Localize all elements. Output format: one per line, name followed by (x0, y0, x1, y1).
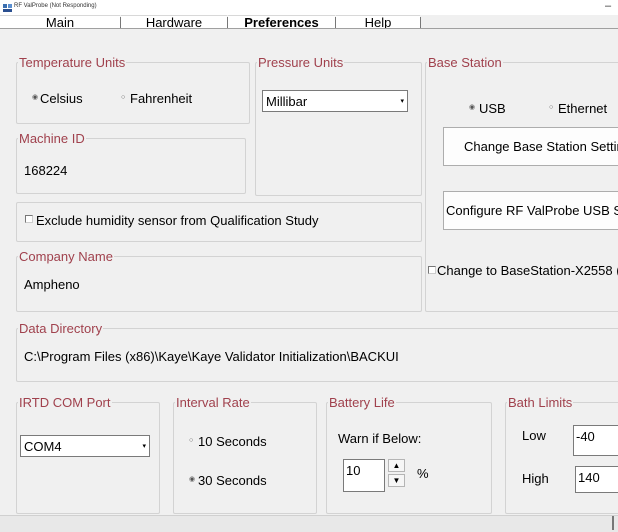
company-name-legend: Company Name (19, 249, 113, 264)
battery-life-legend: Battery Life (329, 395, 395, 410)
chevron-down-icon: ▾ (142, 443, 146, 450)
configure-usb-settings-button[interactable]: Configure RF ValProbe USB Settings (443, 191, 618, 230)
status-strip (0, 515, 618, 532)
pressure-units-legend: Pressure Units (258, 55, 344, 70)
machine-id-value: 168224 (24, 163, 68, 178)
interval-30-label[interactable]: 30 Seconds (198, 473, 267, 488)
scrollbar-thumb[interactable] (612, 516, 614, 530)
change-base-station-settings-button[interactable]: Change Base Station Settings (443, 127, 618, 166)
irtd-com-port-value: COM4 (24, 439, 62, 454)
bath-high-input[interactable]: 140 (575, 466, 618, 493)
battery-warn-input[interactable]: 10 (343, 459, 385, 492)
interval-rate-group: Interval Rate (173, 396, 317, 514)
bath-high-label: High (522, 471, 549, 486)
exclude-humidity-checkbox[interactable] (25, 215, 33, 223)
tab-preferences[interactable]: Preferences (228, 15, 335, 30)
change-base-station-label[interactable]: Change to BaseStation-X2558 (B (437, 263, 618, 278)
window-title: RF ValProbe (Not Responding) (14, 3, 97, 9)
change-base-station-checkbox[interactable] (428, 266, 436, 274)
battery-warn-label: Warn if Below: (338, 431, 422, 446)
celsius-radio-icon[interactable]: ◉ (32, 94, 38, 102)
machine-id-legend: Machine ID (19, 131, 85, 146)
interval-rate-legend: Interval Rate (176, 395, 250, 410)
pressure-units-group: Pressure Units (255, 56, 422, 196)
irtd-com-port-legend: IRTD COM Port (19, 395, 111, 410)
fahrenheit-radio-icon[interactable]: ○ (121, 94, 125, 102)
data-directory-value: C:\Program Files (x86)\Kaye\Kaye Validat… (24, 349, 399, 364)
base-station-legend: Base Station (428, 55, 502, 70)
tab-divider (420, 17, 421, 28)
app-icon (3, 4, 12, 12)
tab-help[interactable]: Help (336, 15, 420, 30)
bath-low-label: Low (522, 428, 546, 443)
arrow-up-icon[interactable]: ▲ (388, 459, 405, 472)
usb-label[interactable]: USB (479, 101, 506, 116)
exclude-humidity-label[interactable]: Exclude humidity sensor from Qualificati… (36, 213, 319, 228)
bath-low-input[interactable]: -40 (573, 425, 618, 456)
battery-warn-value: 10 (346, 463, 361, 478)
minimize-button[interactable]: – (605, 0, 611, 12)
temperature-units-group: Temperature Units (16, 56, 250, 124)
battery-life-group: Battery Life (326, 396, 492, 514)
celsius-label[interactable]: Celsius (40, 91, 83, 106)
ethernet-label[interactable]: Ethernet (558, 101, 607, 116)
interval-10-label[interactable]: 10 Seconds (198, 434, 267, 449)
company-name-value: Ampheno (24, 277, 80, 292)
temperature-units-legend: Temperature Units (19, 55, 126, 70)
fahrenheit-label[interactable]: Fahrenheit (130, 91, 192, 106)
usb-radio-icon[interactable]: ◉ (469, 104, 475, 112)
irtd-com-port-select[interactable]: COM4 ▾ (20, 435, 150, 457)
interval-10-radio-icon[interactable]: ○ (189, 437, 193, 445)
pressure-units-select[interactable]: Millibar ▾ (262, 90, 408, 112)
chevron-down-icon: ▾ (400, 98, 404, 105)
data-directory-legend: Data Directory (19, 321, 103, 336)
pressure-units-value: Millibar (266, 94, 308, 109)
battery-percent-unit: % (417, 466, 429, 481)
arrow-down-icon[interactable]: ▼ (388, 474, 405, 487)
tab-hardware[interactable]: Hardware (121, 15, 227, 30)
ethernet-radio-icon[interactable]: ○ (549, 104, 553, 112)
bath-limits-legend: Bath Limits (508, 395, 573, 410)
interval-30-radio-icon[interactable]: ◉ (189, 476, 195, 484)
bath-high-value: 140 (578, 470, 600, 485)
bath-low-value: -40 (576, 429, 595, 444)
tab-main[interactable]: Main (0, 15, 120, 30)
